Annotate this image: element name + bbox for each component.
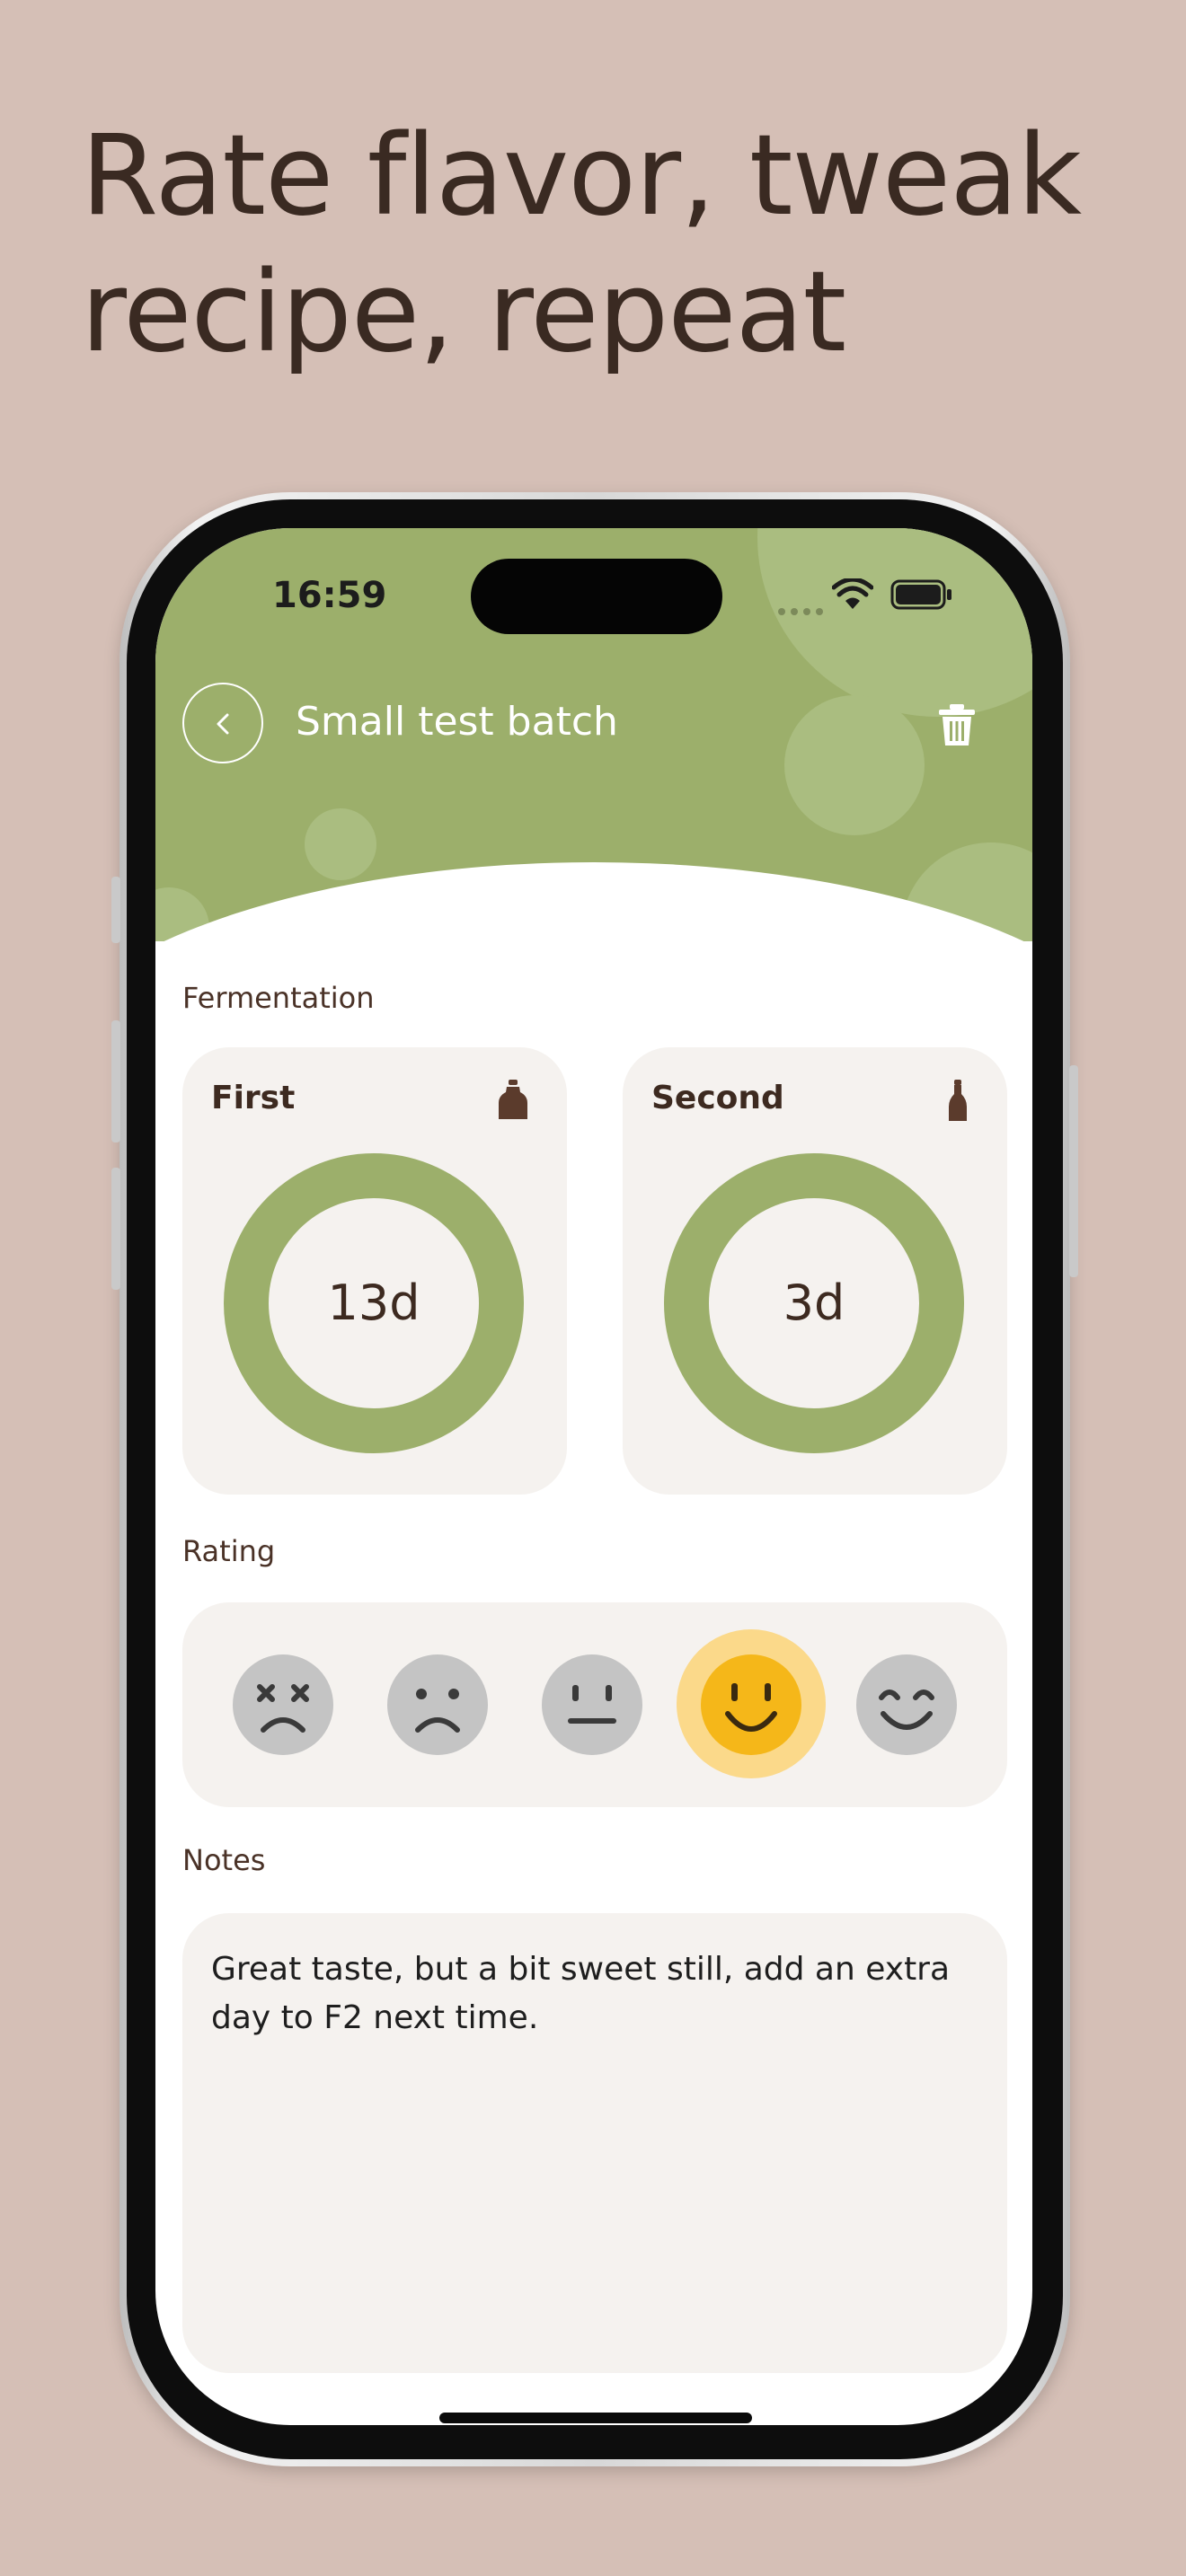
- second-fermentation-title: Second: [651, 1080, 784, 1116]
- headline: Rate flavor, tweak recipe, repeat: [81, 108, 1114, 381]
- smile-face-icon[interactable]: [701, 1654, 801, 1755]
- chevron-left-icon: [217, 713, 229, 735]
- battery-icon: [890, 579, 951, 610]
- second-fermentation-value: 3d: [783, 1275, 845, 1331]
- app-screen: 16:59 Small test batch Fermentation Firs…: [155, 528, 1032, 2425]
- volume-up-button: [111, 1020, 120, 1142]
- wifi-icon: [832, 578, 873, 609]
- header-curve: [155, 862, 1032, 941]
- neutral-face-icon[interactable]: [542, 1654, 642, 1755]
- first-fermentation-value: 13d: [327, 1275, 420, 1331]
- silent-switch: [111, 877, 120, 943]
- bottle-icon: [949, 1080, 967, 1121]
- decor-bubble: [757, 528, 1032, 717]
- notes-text[interactable]: Great taste, but a bit sweet still, add …: [211, 1945, 984, 2042]
- jar-icon: [499, 1080, 527, 1119]
- first-fermentation-title: First: [211, 1080, 296, 1116]
- trash-icon[interactable]: [937, 702, 977, 747]
- headline-line-2: recipe, repeat: [81, 248, 846, 377]
- power-button: [1069, 1065, 1078, 1277]
- status-time: 16:59: [272, 575, 387, 616]
- happy-face-icon[interactable]: [856, 1654, 957, 1755]
- decor-bubble: [305, 808, 376, 880]
- decor-bubble: [784, 695, 925, 835]
- notes-label: Notes: [182, 1843, 266, 1877]
- volume-down-button: [111, 1168, 120, 1290]
- headline-line-1: Rate flavor, tweak: [81, 111, 1082, 241]
- back-button[interactable]: [182, 683, 263, 763]
- home-indicator[interactable]: [439, 2413, 752, 2423]
- page-title: Small test batch: [296, 699, 618, 745]
- fermentation-label: Fermentation: [182, 981, 375, 1015]
- first-fermentation-card[interactable]: First 13d: [182, 1047, 567, 1495]
- frown-face-icon[interactable]: [387, 1654, 488, 1755]
- rating-card: [182, 1602, 1007, 1807]
- dizzy-face-icon[interactable]: [233, 1654, 333, 1755]
- notes-field[interactable]: Great taste, but a bit sweet still, add …: [182, 1913, 1007, 2373]
- second-fermentation-card[interactable]: Second 3d: [623, 1047, 1007, 1495]
- status-dots: [778, 602, 828, 619]
- dynamic-island: [471, 559, 722, 634]
- rating-label: Rating: [182, 1534, 276, 1568]
